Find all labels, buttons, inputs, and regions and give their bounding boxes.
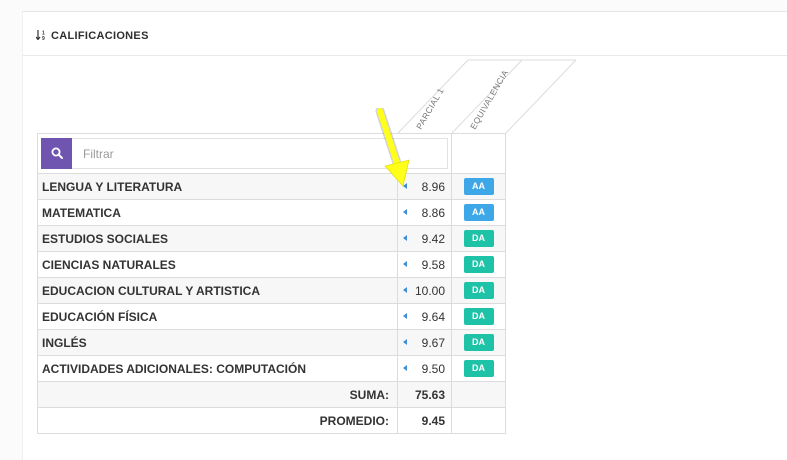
partial-column-header: PARCIAL 1 [414,86,446,131]
sum-row: SUMA: 75.63 [37,381,506,408]
equivalence-badge: DA [463,360,494,377]
caret-left-icon[interactable] [403,313,407,319]
subject-name: MATEMATICA [37,199,398,226]
equivalence-cell: DA [451,225,506,252]
equivalence-badge: DA [463,256,494,273]
equivalence-cell: DA [451,303,506,330]
grade-cell[interactable]: 8.86 [397,199,452,226]
caret-left-icon[interactable] [403,365,407,371]
grade-value: 9.50 [421,361,445,376]
grade-cell[interactable]: 9.42 [397,225,452,252]
grade-cell[interactable]: 9.64 [397,303,452,330]
equivalence-cell: AA [451,173,506,200]
average-value: 9.45 [397,407,452,434]
subject-name: EDUCACION CULTURAL Y ARTISTICA [37,277,398,304]
subject-name: LENGUA Y LITERATURA [37,173,398,200]
subject-name: ESTUDIOS SOCIALES [37,225,398,252]
equivalence-badge: AA [463,204,494,221]
table-row: LENGUA Y LITERATURA 8.96 AA [37,173,506,200]
filter-row [37,133,506,174]
caret-left-icon[interactable] [403,287,407,293]
table-row: EDUCACIÓN FÍSICA 9.64 DA [37,303,506,330]
filter-input[interactable] [72,139,372,168]
equivalence-badge: DA [463,230,494,247]
table-row: EDUCACION CULTURAL Y ARTISTICA 10.00 DA [37,277,506,304]
table-row: INGLÉS 9.67 DA [37,329,506,356]
grade-cell[interactable]: 9.67 [397,329,452,356]
grades-table: LENGUA Y LITERATURA 8.96 AA MATEMATICA 8.86 A… [37,133,506,434]
grade-value: 10.00 [414,283,445,298]
equivalence-cell: DA [451,355,506,382]
table-row: ACTIVIDADES ADICIONALES: COMPUTACIÓN 9.50… [37,355,506,382]
average-row: PROMEDIO: 9.45 [37,407,506,434]
caret-left-icon[interactable] [403,235,407,241]
subject-name: ACTIVIDADES ADICIONALES: COMPUTACIÓN [37,355,398,382]
grade-value: 9.67 [421,335,445,350]
equivalence-badge: DA [463,308,494,325]
caret-left-icon[interactable] [403,261,407,267]
subject-name: EDUCACIÓN FÍSICA [37,303,398,330]
sum-label: SUMA: [37,381,398,408]
equivalence-cell: DA [451,277,506,304]
subject-name: INGLÉS [37,329,398,356]
yellow-arrow-annotation [375,108,410,187]
grade-value: 9.58 [421,257,445,272]
grade-value: 9.42 [421,231,445,246]
table-row: CIENCIAS NATURALES 9.58 DA [37,251,506,278]
search-icon [51,147,63,159]
subject-name: CIENCIAS NATURALES [37,251,398,278]
filter-eq-cell [451,133,506,174]
grade-value: 8.96 [421,179,445,194]
equivalence-column-header: EQUIVALENCIA [468,68,510,131]
grade-cell[interactable]: 9.50 [397,355,452,382]
grade-cell[interactable]: 9.58 [397,251,452,278]
caret-left-icon[interactable] [403,339,407,345]
equivalence-badge: DA [463,282,494,299]
average-empty-cell [451,407,506,434]
equivalence-cell: DA [451,251,506,278]
equivalence-cell: DA [451,329,506,356]
sum-value: 75.63 [397,381,452,408]
equivalence-badge: DA [463,334,494,351]
grade-value: 9.64 [421,309,445,324]
average-label: PROMEDIO: [37,407,398,434]
table-row: ESTUDIOS SOCIALES 9.42 DA [37,225,506,252]
grade-value: 8.86 [421,205,445,220]
equivalence-cell: AA [451,199,506,226]
grade-cell[interactable]: 10.00 [397,277,452,304]
caret-left-icon[interactable] [403,209,407,215]
search-button[interactable] [41,137,72,169]
equivalence-badge: AA [463,178,494,195]
table-row: MATEMATICA 8.86 AA [37,199,506,226]
sum-empty-cell [451,381,506,408]
